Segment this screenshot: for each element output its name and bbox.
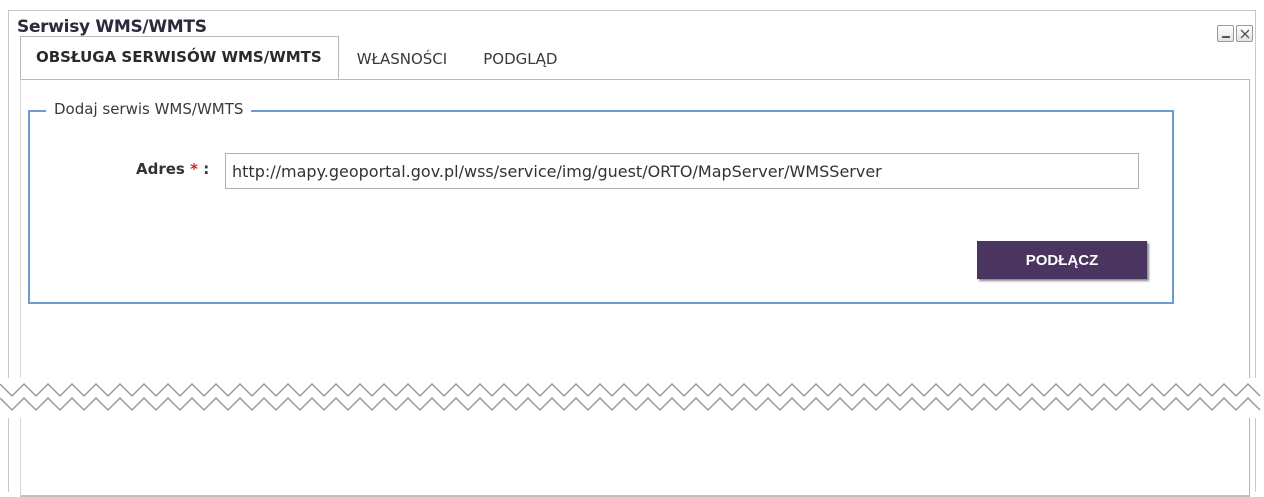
required-marker: * — [190, 160, 198, 178]
label-colon: : — [203, 160, 210, 178]
torn-edge-divider — [0, 378, 1264, 418]
tab-bar: OBSŁUGA SERWISÓW WMS/WMTS WŁASNOŚCI PODG… — [20, 36, 575, 79]
panel-bottom-frame — [20, 418, 1250, 497]
connect-button[interactable]: PODŁĄCZ — [977, 241, 1147, 279]
close-icon — [1240, 29, 1250, 39]
tab-wms-wmts-services[interactable]: OBSŁUGA SERWISÓW WMS/WMTS — [20, 36, 339, 79]
add-service-legend: Dodaj serwis WMS/WMTS — [46, 100, 252, 118]
window-controls — [1217, 25, 1253, 42]
close-button[interactable] — [1236, 25, 1253, 42]
minimize-button[interactable] — [1217, 25, 1234, 42]
address-label-text: Adres — [136, 160, 185, 178]
window-title: Serwisy WMS/WMTS — [17, 17, 207, 37]
tab-properties[interactable]: WŁASNOŚCI — [339, 39, 466, 79]
minimize-icon — [1222, 36, 1230, 38]
tab-preview[interactable]: PODGLĄD — [465, 39, 575, 79]
address-input[interactable] — [225, 153, 1139, 189]
address-label: Adres * : — [136, 160, 209, 178]
